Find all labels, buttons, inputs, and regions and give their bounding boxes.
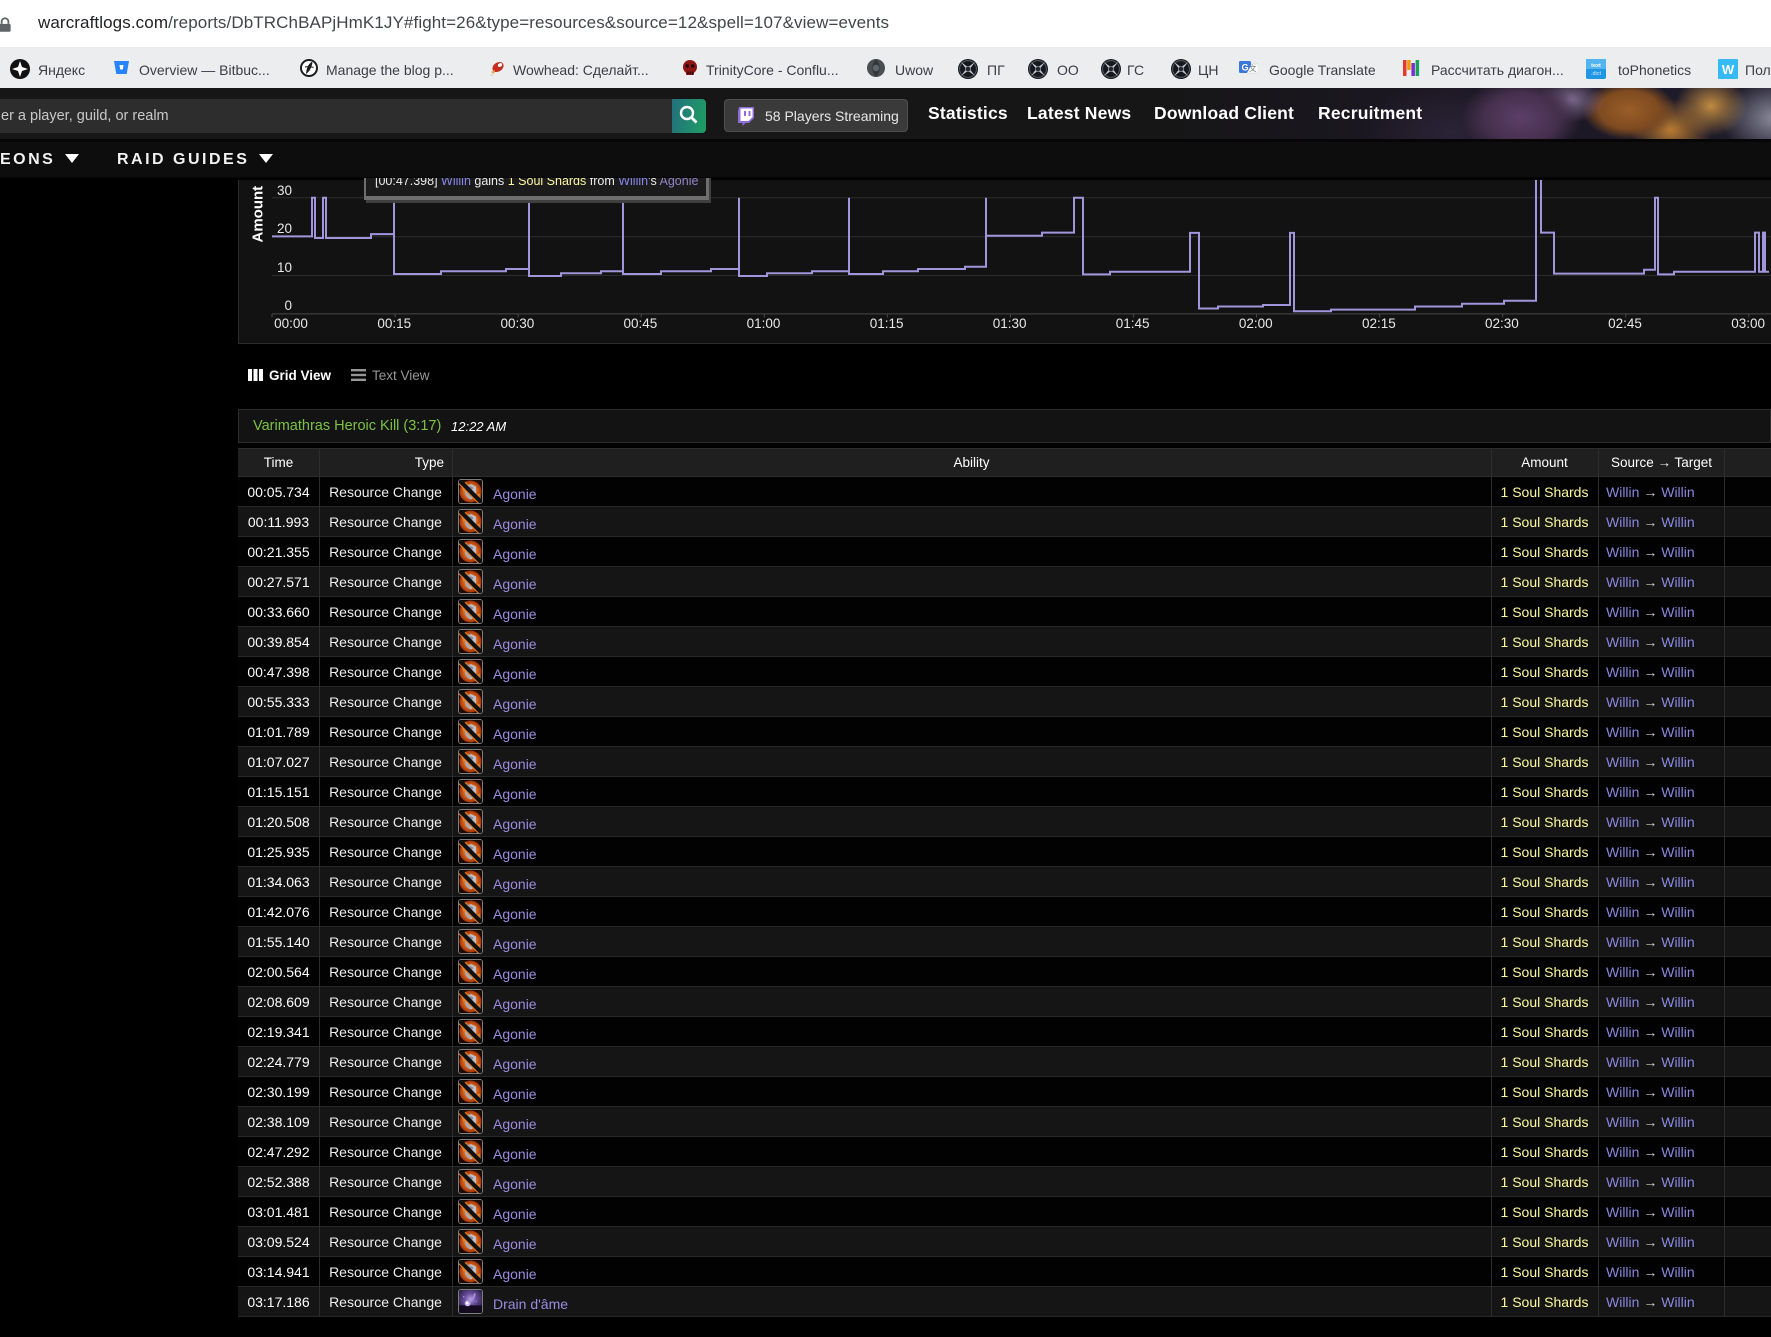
- svg-text:G: G: [1241, 63, 1248, 73]
- svg-text:文: 文: [1249, 63, 1257, 73]
- svg-text:.dict: .dict: [1591, 71, 1602, 77]
- svg-text:text: text: [1591, 63, 1601, 69]
- svg-text:W: W: [1722, 62, 1735, 77]
